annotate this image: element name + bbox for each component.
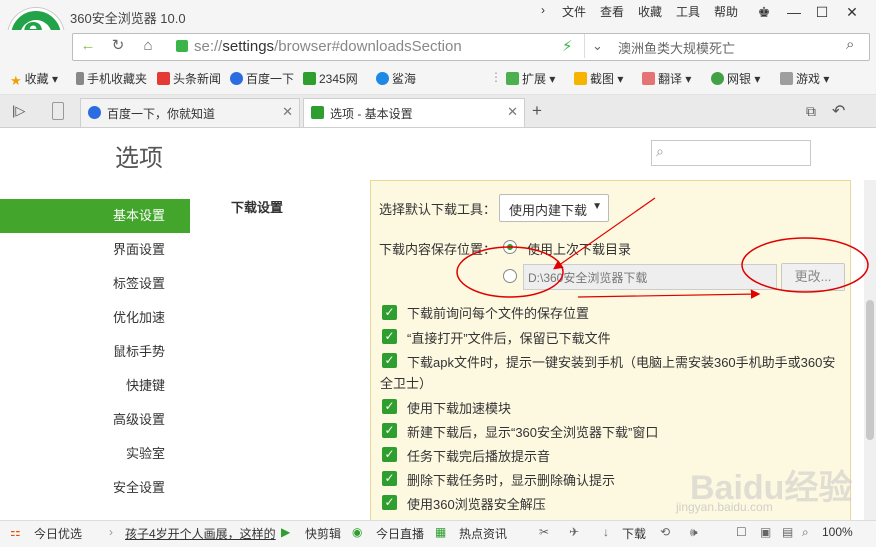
download-icon[interactable]: ↓ [603,525,609,539]
annotation-arrow [577,289,761,299]
today-pick-icon: ⚏ [10,525,21,539]
zoom-level[interactable]: 100% [822,525,853,539]
history-icon[interactable]: ⟲ [660,525,670,539]
news-link[interactable]: 孩子4岁开个人画展，这样的 [125,525,276,542]
download-label[interactable]: 下载 [622,525,646,542]
clipboard-icon[interactable]: ▣ [760,525,771,539]
speaker-icon[interactable]: 🕪 [690,525,698,540]
reader-icon[interactable]: ▤ [782,525,793,539]
today-pick[interactable]: 今日优选 [34,525,82,542]
hot-news[interactable]: 热点资讯 [459,525,507,542]
live-icon: ◉ [352,525,363,539]
annotation-circle-button [741,237,869,293]
hot-news-icon: ▦ [435,525,447,539]
annotation-circle-radio [456,246,564,298]
today-live[interactable]: 今日直播 [376,525,424,542]
zoom-icon[interactable]: ⌕ [802,525,809,540]
annotation-arrow [553,197,656,270]
pin-icon[interactable]: ✈ [569,525,579,539]
scissors-icon[interactable]: ✂ [539,525,549,539]
watermark-url: jingyan.baidu.com [676,500,773,514]
clip-icon: ▶ [281,525,291,539]
chevron-right-icon[interactable]: › [109,525,113,539]
window-icon[interactable]: ☐ [736,525,747,539]
quick-clip[interactable]: 快剪辑 [305,525,341,542]
